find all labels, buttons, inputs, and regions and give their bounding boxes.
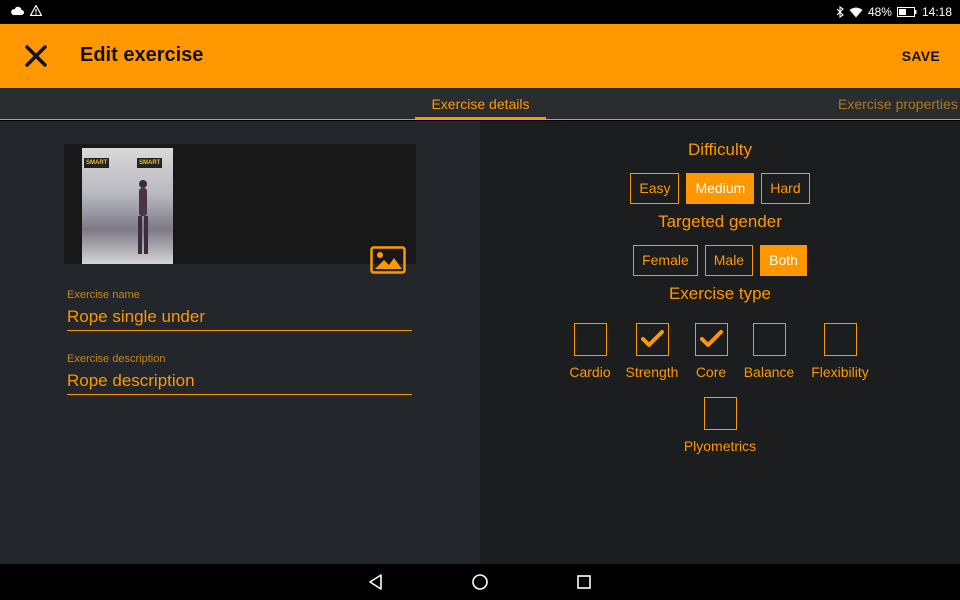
wifi-icon [849, 7, 863, 18]
photo-sign-left: SMART [84, 158, 110, 168]
checkbox[interactable] [752, 323, 786, 356]
type-strength-checkbox[interactable]: Strength [623, 323, 681, 380]
navigation-bar [0, 564, 960, 600]
recents-icon[interactable] [575, 573, 593, 591]
exercise-type-title: Exercise type [668, 284, 772, 303]
person-figure [138, 180, 148, 254]
exercise-name-input[interactable]: Rope single under [67, 307, 412, 331]
warning-icon [30, 5, 42, 16]
type-flexibility-checkbox[interactable]: Flexibility [808, 323, 872, 380]
tab-exercise-details[interactable]: Exercise details [415, 96, 546, 120]
difficulty-title: Difficulty [688, 140, 752, 159]
close-icon[interactable] [22, 42, 50, 70]
checkbox[interactable] [823, 323, 857, 356]
type-core-label: Core [695, 364, 727, 380]
back-icon[interactable] [367, 573, 385, 591]
image-gallery-icon[interactable] [370, 246, 406, 274]
exercise-description-input[interactable]: Rope description [67, 371, 412, 395]
type-balance-label: Balance [743, 364, 795, 380]
tab-bar: Exercise details Exercise properties [0, 88, 960, 120]
type-cardio-label: Cardio [569, 364, 611, 380]
exercise-image-container: SMART SMART [64, 144, 416, 264]
checkbox[interactable] [635, 323, 669, 356]
battery-percent: 48% [867, 5, 892, 19]
exercise-details-panel: SMART SMART Exercise name Rope single un… [0, 121, 480, 564]
tab-exercise-properties[interactable]: Exercise properties [838, 96, 958, 112]
exercise-name-field[interactable]: Exercise name Rope single under [67, 289, 412, 331]
type-plyometrics-label: Plyometrics [683, 438, 757, 454]
gender-both-button[interactable]: Both [760, 245, 807, 276]
type-core-checkbox[interactable]: Core [691, 323, 731, 380]
gender-female-button[interactable]: Female [633, 245, 698, 276]
exercise-name-label: Exercise name [67, 289, 140, 301]
exercise-description-label: Exercise description [67, 353, 166, 365]
save-button[interactable]: SAVE [902, 48, 940, 64]
gender-selector: Female Male Both [480, 245, 960, 276]
difficulty-medium-button[interactable]: Medium [686, 173, 755, 204]
battery-icon [896, 7, 917, 17]
difficulty-selector: Easy Medium Hard [480, 173, 960, 204]
bluetooth-icon [836, 6, 844, 18]
checkbox[interactable] [694, 323, 728, 356]
checkbox[interactable] [703, 397, 737, 430]
exercise-photo[interactable]: SMART SMART [82, 148, 173, 264]
difficulty-easy-button[interactable]: Easy [630, 173, 680, 204]
type-flexibility-label: Flexibility [811, 364, 869, 380]
cloud-icon [10, 6, 24, 16]
checkmark-icon [640, 330, 664, 347]
type-strength-label: Strength [625, 364, 679, 380]
clock: 14:18 [921, 5, 952, 19]
type-plyometrics-checkbox[interactable]: Plyometrics [678, 397, 762, 454]
photo-sign-right: SMART [137, 158, 163, 168]
exercise-description-field[interactable]: Exercise description Rope description [67, 353, 412, 395]
gender-male-button[interactable]: Male [704, 245, 754, 276]
home-icon[interactable] [471, 573, 489, 591]
type-balance-checkbox[interactable]: Balance [742, 323, 796, 380]
difficulty-hard-button[interactable]: Hard [761, 173, 810, 204]
checkbox[interactable] [573, 323, 607, 356]
page-title: Edit exercise [80, 44, 204, 66]
status-bar: 48% 14:18 [0, 0, 960, 24]
checkmark-icon [699, 330, 723, 347]
exercise-properties-panel: Difficulty Easy Medium Hard Targeted gen… [480, 121, 960, 564]
type-cardio-checkbox[interactable]: Cardio [568, 323, 612, 380]
targeted-gender-title: Targeted gender [658, 212, 782, 231]
app-bar: Edit exercise SAVE [0, 24, 960, 88]
